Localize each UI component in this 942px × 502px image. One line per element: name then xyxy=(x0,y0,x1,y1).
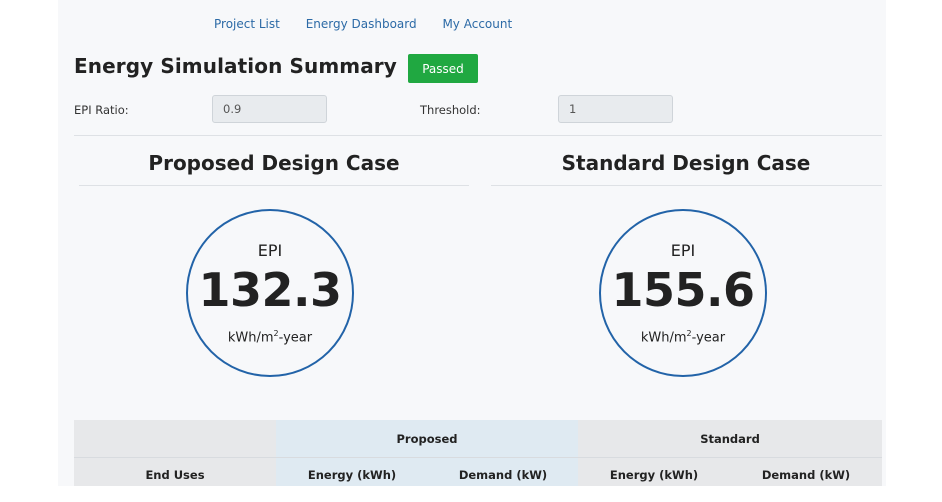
end-uses-table: Proposed Standard End Uses Energy (kWh) … xyxy=(74,420,882,486)
table-group-header-empty xyxy=(74,420,276,458)
epi-ratio-field[interactable] xyxy=(212,95,327,123)
table-group-header-proposed: Proposed xyxy=(276,420,578,458)
epi-ratio-label: EPI Ratio: xyxy=(74,103,129,117)
table-column-header-row: End Uses Energy (kWh) Demand (kW) Energy… xyxy=(74,457,882,486)
page-title: Energy Simulation Summary xyxy=(74,54,397,78)
table-group-header-standard: Standard xyxy=(578,420,882,458)
table-header-proposed-demand: Demand (kW) xyxy=(428,457,578,486)
proposed-epi-gauge: EPI 132.3 kWh/m2-year xyxy=(186,209,354,377)
status-badge: Passed xyxy=(408,54,478,83)
table-group-header-row: Proposed Standard xyxy=(74,420,882,458)
nav-link-my-account[interactable]: My Account xyxy=(442,17,512,31)
proposed-epi-value: 132.3 xyxy=(198,263,342,317)
proposed-case-title: Proposed Design Case xyxy=(148,151,400,175)
page-frame: Project List Energy Dashboard My Account… xyxy=(58,0,886,486)
nav-link-project-list[interactable]: Project List xyxy=(214,17,280,31)
standard-epi-gauge: EPI 155.6 kWh/m2-year xyxy=(599,209,767,377)
proposed-case-divider xyxy=(79,185,469,186)
standard-epi-label: EPI xyxy=(670,241,696,260)
standard-case-title: Standard Design Case xyxy=(561,151,811,175)
proposed-epi-label: EPI xyxy=(257,241,283,260)
standard-epi-value: 155.6 xyxy=(611,263,755,317)
table-header-standard-energy: Energy (kWh) xyxy=(578,457,730,486)
table-header-end-uses: End Uses xyxy=(74,457,276,486)
threshold-label: Threshold: xyxy=(420,103,481,117)
threshold-field[interactable] xyxy=(558,95,673,123)
section-divider xyxy=(74,135,882,136)
standard-case-divider xyxy=(491,185,882,186)
table-header-standard-demand: Demand (kW) xyxy=(730,457,882,486)
table-header-proposed-energy: Energy (kWh) xyxy=(276,457,428,486)
standard-epi-unit: kWh/m2-year xyxy=(640,329,726,346)
top-nav: Project List Energy Dashboard My Account xyxy=(214,17,534,31)
proposed-epi-unit: kWh/m2-year xyxy=(227,329,313,346)
nav-link-energy-dashboard[interactable]: Energy Dashboard xyxy=(306,17,417,31)
